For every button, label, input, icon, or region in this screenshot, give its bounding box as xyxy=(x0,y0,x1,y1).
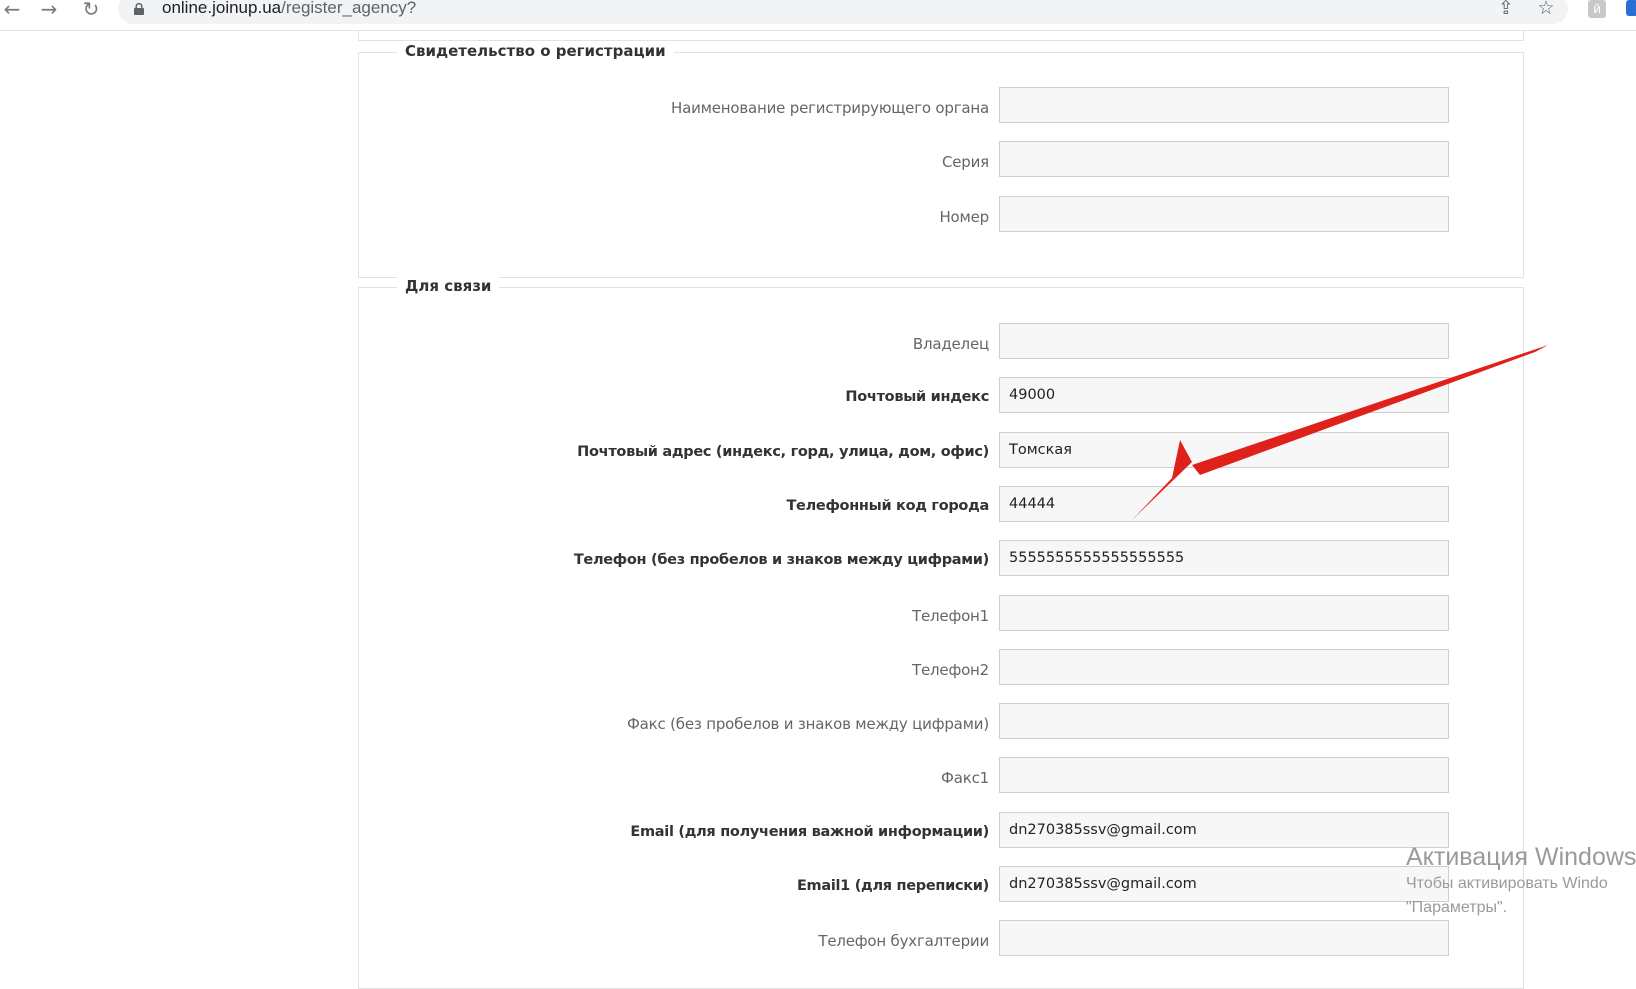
field-label: Телефонный код города xyxy=(786,497,989,514)
field-label: Email (для получения важной информации) xyxy=(630,823,989,840)
reload-icon[interactable]: ↻ xyxy=(78,0,104,22)
red-arrow-annotation xyxy=(1132,345,1548,520)
windows-activation-watermark: Активация Windows Чтобы активировать Win… xyxy=(1406,843,1636,917)
fieldset-legend: Для связи xyxy=(397,277,500,295)
watermark-text-2: "Параметры". xyxy=(1406,899,1508,916)
form-row: Номер xyxy=(359,195,1523,236)
form-row: Серия xyxy=(359,141,1523,181)
form-row: Телефон2 xyxy=(359,648,1523,689)
extension-icon-blue[interactable] xyxy=(1626,0,1636,16)
field-input[interactable] xyxy=(999,811,1449,848)
field-input[interactable] xyxy=(999,195,1449,232)
field-input[interactable] xyxy=(999,866,1449,902)
field-input[interactable] xyxy=(999,703,1449,740)
extension-icon[interactable]: й xyxy=(1588,0,1606,18)
field-input[interactable] xyxy=(999,757,1449,794)
field-input[interactable] xyxy=(999,648,1449,685)
form-row: Наименование регистрирующего органа xyxy=(359,87,1523,127)
address-bar[interactable]: online.joinup.ua/register_agency? ⇪ ☆ xyxy=(118,0,1568,24)
field-label: Факс1 xyxy=(941,769,989,788)
bookmark-star-icon[interactable]: ☆ xyxy=(1534,0,1558,20)
forward-icon[interactable]: → xyxy=(36,0,62,22)
back-icon[interactable]: ← xyxy=(0,0,25,22)
form-row: Факс1 xyxy=(359,757,1523,797)
arrow-head xyxy=(1132,440,1192,520)
field-label: Телефон (без пробелов и знаков между циф… xyxy=(573,552,989,569)
field-label: Телефон бухгалтерии xyxy=(818,932,989,951)
watermark-title: Активация Windows xyxy=(1406,843,1636,871)
field-input[interactable] xyxy=(999,540,1449,577)
browser-toolbar: ← → ↻ online.joinup.ua/register_agency? … xyxy=(0,0,1636,31)
url-host: online.joinup.ua xyxy=(162,0,282,17)
arrow-shaft xyxy=(1192,345,1548,475)
form-row: Телефон (без пробелов и знаков между циф… xyxy=(359,540,1523,580)
watermark-text: Чтобы активировать Windo xyxy=(1406,875,1608,892)
fieldset-registration: Свидетельство о регистрации Наименование… xyxy=(358,42,1524,278)
previous-fieldset-edge xyxy=(358,30,1524,41)
field-label: Телефон2 xyxy=(912,660,989,679)
field-input[interactable] xyxy=(999,141,1449,178)
share-icon[interactable]: ⇪ xyxy=(1494,0,1518,20)
field-label: Владелец xyxy=(912,335,989,353)
url-text[interactable]: online.joinup.ua/register_agency? xyxy=(162,0,416,18)
field-label: Email1 (для переписки) xyxy=(796,878,989,894)
field-label: Номер xyxy=(939,207,989,226)
form-row: Факс (без пробелов и знаков между цифрам… xyxy=(359,703,1523,743)
lock-icon xyxy=(134,3,144,15)
field-input[interactable] xyxy=(999,87,1449,123)
field-input[interactable] xyxy=(999,594,1449,631)
form-row: Email (для получения важной информации) xyxy=(359,811,1523,852)
url-path: /register_agency? xyxy=(281,0,417,17)
field-label: Почтовый адрес (индекс, горд, улица, дом… xyxy=(577,443,989,460)
field-label: Телефон1 xyxy=(912,606,989,625)
fieldset-legend: Свидетельство о регистрации xyxy=(397,42,674,60)
form-row: Телефон1 xyxy=(359,594,1523,635)
field-label: Серия xyxy=(942,153,989,172)
field-input[interactable] xyxy=(999,920,1449,957)
field-label: Факс (без пробелов и знаков между цифрам… xyxy=(626,715,989,734)
field-label: Наименование регистрирующего органа xyxy=(671,99,989,117)
field-label: Почтовый индекс xyxy=(845,389,989,406)
form-row: Телефон бухгалтерии xyxy=(359,920,1523,960)
form-row: Email1 (для переписки) xyxy=(359,866,1523,906)
